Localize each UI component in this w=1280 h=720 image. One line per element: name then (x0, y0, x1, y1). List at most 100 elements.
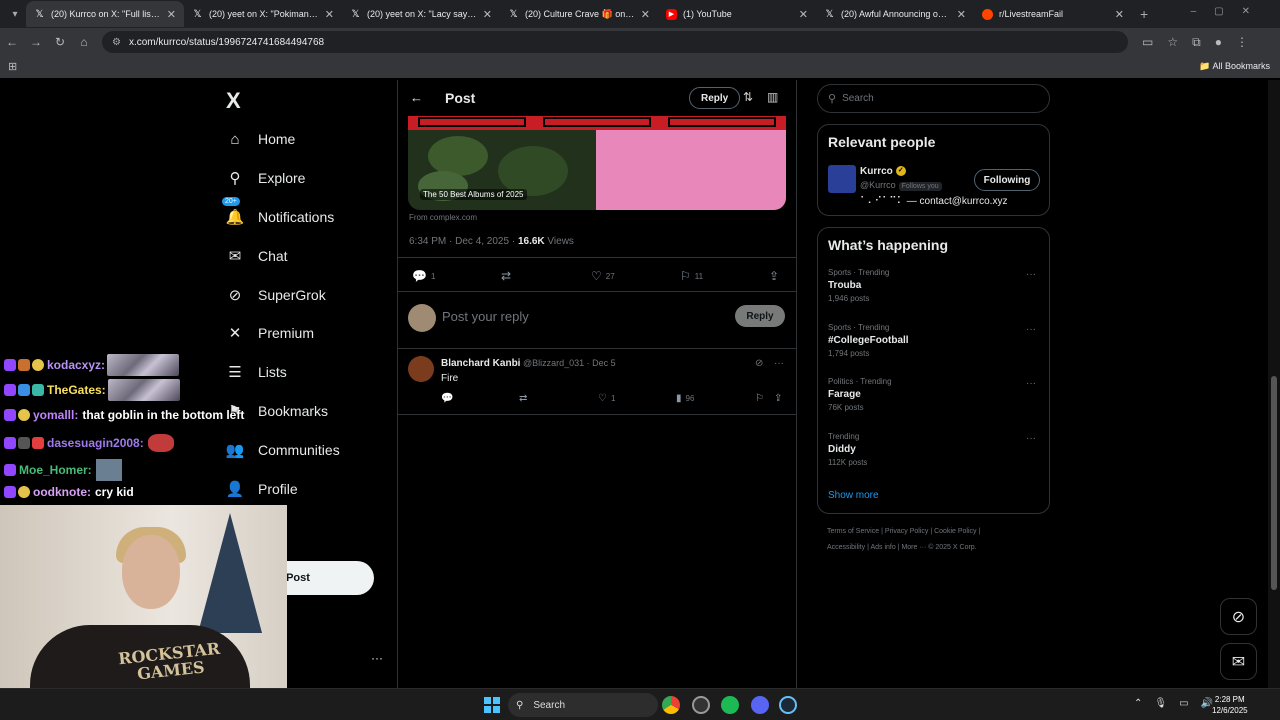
apps-icon[interactable]: ⊞ (8, 60, 17, 73)
trend-item[interactable]: Politics · Trending Farage 76K posts (828, 377, 892, 412)
person-name[interactable]: Kurrco ✓ (860, 166, 906, 177)
clock[interactable]: 2:28 PM 12/6/2025 (1212, 694, 1248, 716)
reload-icon[interactable]: ↻ (48, 35, 72, 49)
menu-icon[interactable]: ⋮ (1236, 35, 1248, 50)
x-logo[interactable]: X (226, 88, 241, 114)
grok-icon[interactable]: ⊘ (755, 358, 763, 369)
sidebar-item-communities[interactable]: 👥 Communities (226, 441, 340, 459)
trend-item[interactable]: Trending Diddy 112K posts (828, 432, 867, 467)
like-action[interactable]: ♡ 27 (591, 269, 615, 283)
close-icon[interactable]: ✕ (1115, 8, 1124, 21)
steam-icon[interactable] (779, 696, 797, 714)
close-icon[interactable]: ✕ (325, 8, 334, 21)
trend-item[interactable]: Sports · Trending #CollegeFootball 1,794… (828, 323, 909, 358)
system-tray[interactable]: ⌃ 🎙 ▭ 🔊 (1134, 698, 1213, 709)
taskbar-search[interactable]: ⚲ Search (508, 693, 658, 717)
window-controls[interactable]: –▢✕ (1191, 6, 1268, 17)
discord-icon[interactable] (751, 696, 769, 714)
home-icon[interactable]: ⌂ (72, 35, 96, 49)
sidebar-item-label: Communities (258, 442, 340, 458)
sidebar-item-explore[interactable]: ⚲ Explore (226, 169, 306, 187)
tab-4[interactable]: ▶ (1) YouTube ✕ (658, 1, 816, 27)
reply-action[interactable]: 💬 (441, 393, 453, 404)
close-icon[interactable]: ✕ (957, 8, 966, 21)
page-scrollbar[interactable] (1268, 80, 1280, 688)
share-action[interactable]: ⇪ (769, 269, 779, 283)
new-tab-icon[interactable]: + (1140, 6, 1148, 22)
tab-0[interactable]: 𝕏 (20) Kurrco on X: "Full list: http ✕ (26, 1, 184, 27)
all-bookmarks-button[interactable]: 📁 All Bookmarks (1199, 61, 1270, 72)
following-button[interactable]: Following (974, 169, 1040, 191)
views-action[interactable]: ▮ 96 (676, 393, 694, 404)
forward-icon[interactable]: → (24, 35, 48, 49)
sidebar-item-notifications[interactable]: 🔔 20+ Notifications (222, 197, 334, 226)
mic-icon[interactable]: 🎙 (1154, 698, 1167, 709)
close-icon[interactable]: ✕ (483, 8, 492, 21)
tab-6[interactable]: r/LivestreamFail ✕ (974, 1, 1132, 27)
install-icon[interactable]: ▭ (1142, 35, 1153, 50)
reply-author-handle[interactable]: @Blizzard_031 · Dec 5 (523, 358, 616, 368)
tab-5[interactable]: 𝕏 (20) Awful Announcing on X: "I ✕ (816, 1, 974, 27)
more-icon[interactable]: ··· (1026, 378, 1036, 389)
timestamp[interactable]: 6:34 PM · Dec 4, 2025 · (409, 236, 518, 247)
sidebar-item-profile[interactable]: 👤 Profile (226, 480, 298, 498)
header-reply-button[interactable]: Reply (689, 87, 741, 109)
bookmark-action[interactable]: ⚐ 11 (680, 269, 703, 283)
network-icon[interactable]: ▭ (1179, 698, 1188, 709)
sidebar-item-home[interactable]: ⌂ Home (226, 130, 295, 148)
trend-item[interactable]: Sports · Trending Trouba 1,946 posts (828, 268, 889, 303)
reply-author-name[interactable]: Blanchard Kanbi (441, 358, 520, 369)
chevron-up-icon[interactable]: ⌃ (1134, 698, 1142, 709)
mail-icon[interactable]: ✉ (1220, 643, 1257, 680)
sidebar-item-chat[interactable]: ✉ Chat (226, 247, 288, 265)
show-more-link[interactable]: Show more (828, 490, 879, 501)
more-icon[interactable]: ··· (774, 358, 784, 369)
search-input[interactable]: ⚲ Search (817, 84, 1050, 113)
avatar[interactable]: ● (1215, 35, 1222, 50)
bookmark-action[interactable]: ⚐ (755, 393, 764, 404)
url-field[interactable]: ⚙ x.com/kurrco/status/199672474168449476… (102, 31, 1128, 53)
more-icon[interactable]: ··· (1026, 433, 1036, 444)
close-icon[interactable]: ✕ (641, 8, 650, 21)
footer-links[interactable]: Accessibility | Ads info | More ··· © 20… (827, 544, 977, 551)
tab-1[interactable]: 𝕏 (20) yeet on X: "Pokimane accid ✕ (184, 1, 342, 27)
extensions-icon[interactable]: ⧉ (1192, 35, 1201, 50)
sidebar-item-label: Bookmarks (258, 403, 329, 419)
sidebar-item-supergrok[interactable]: ⊘ SuperGrok (226, 286, 326, 304)
windows-start-icon[interactable] (484, 697, 500, 713)
spotify-icon[interactable] (721, 696, 739, 714)
share-action[interactable]: ⇪ (774, 393, 782, 404)
like-action[interactable]: ♡ 1 (598, 393, 615, 404)
reply-input[interactable]: Post your reply (442, 309, 529, 324)
retweet-action[interactable]: ⇄ (519, 393, 527, 404)
sidebar-item-lists[interactable]: ☰ Lists (226, 363, 287, 381)
avatar[interactable] (828, 165, 856, 193)
footer-links[interactable]: Terms of Service | Privacy Policy | Cook… (827, 528, 980, 535)
tab-search-icon[interactable]: ▾ (4, 3, 26, 25)
retweet-action[interactable]: ⇄ (501, 269, 511, 283)
reply-action[interactable]: 💬 1 (412, 269, 435, 283)
back-arrow-icon[interactable]: ← (410, 90, 423, 105)
back-icon[interactable]: ← (0, 35, 24, 49)
filter-icon[interactable]: ⇅ (743, 90, 753, 104)
more-icon[interactable]: ··· (1026, 269, 1036, 280)
star-icon[interactable]: ☆ (1167, 35, 1178, 50)
more-icon[interactable]: ··· (1026, 324, 1036, 335)
app-icon[interactable] (692, 696, 710, 714)
whats-happening-panel: What’s happening Sports · Trending Troub… (817, 227, 1050, 514)
close-icon[interactable]: ✕ (167, 8, 176, 21)
reply-button[interactable]: Reply (735, 305, 785, 327)
tab-3[interactable]: 𝕏 (20) Culture Crave 🎁 on X: "Ne ✕ (500, 1, 658, 27)
tab-2[interactable]: 𝕏 (20) yeet on X: "Lacy says that t ✕ (342, 1, 500, 27)
retweet-icon: ⇄ (501, 269, 512, 283)
grok-icon[interactable]: ⊘ (1220, 598, 1257, 635)
link-card-image[interactable]: The 50 Best Albums of 2025 (408, 116, 786, 210)
close-icon[interactable]: ✕ (799, 8, 808, 21)
card-source[interactable]: From complex.com (409, 213, 477, 222)
sidebar-item-premium[interactable]: ✕ Premium (226, 324, 314, 342)
chrome-icon[interactable] (662, 696, 680, 714)
more-options-icon[interactable]: ··· (371, 651, 383, 665)
site-info-icon[interactable]: ⚙ (112, 37, 121, 48)
avatar[interactable] (408, 356, 434, 382)
reader-icon[interactable]: ▥ (767, 90, 778, 104)
